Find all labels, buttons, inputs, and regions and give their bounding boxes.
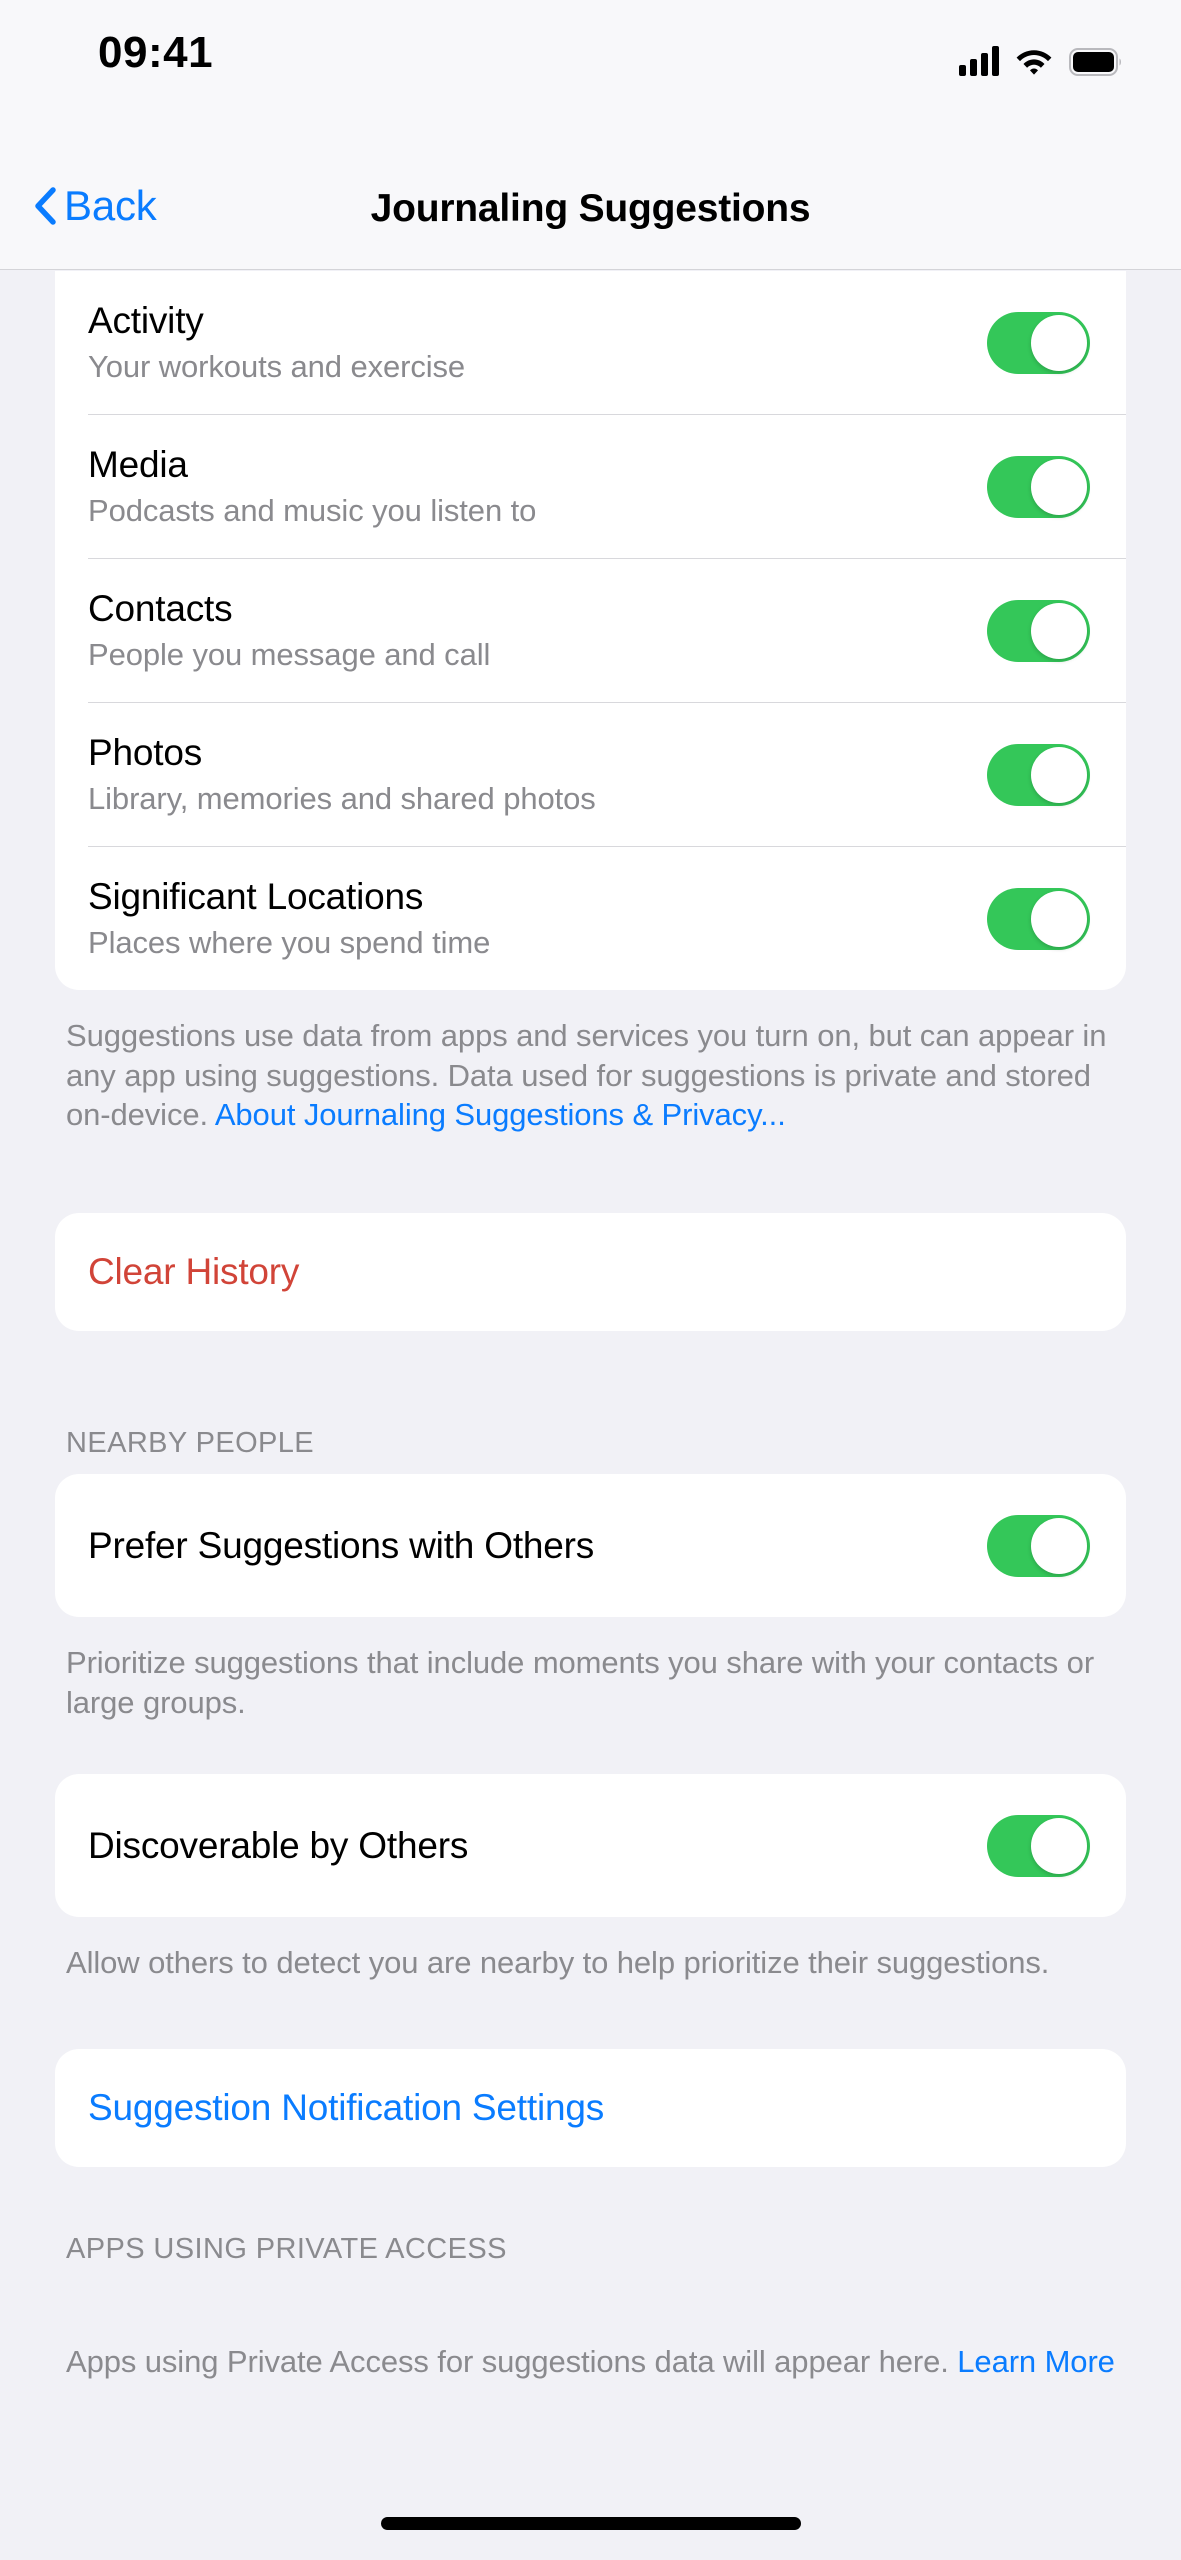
- row-photos[interactable]: Photos Library, memories and shared phot…: [55, 703, 1126, 846]
- home-indicator[interactable]: [380, 2517, 801, 2530]
- toggle-knob: [1031, 746, 1087, 803]
- battery-full-icon: [1069, 48, 1123, 76]
- toggle-discoverable-by-others[interactable]: [987, 1814, 1090, 1877]
- toggle-photos[interactable]: [987, 743, 1090, 806]
- row-title: Discoverable by Others: [88, 1824, 469, 1866]
- row-title: Media: [88, 444, 188, 485]
- row-discoverable-text: Discoverable by Others: [88, 1825, 468, 1867]
- row-subtitle: Places where you spend time: [88, 925, 491, 960]
- iphone-screen: 09:41 Back Journaling Suggestions Activi…: [0, 0, 1181, 2560]
- row-activity[interactable]: Activity Your workouts and exercise: [55, 271, 1126, 414]
- toggle-knob: [1031, 458, 1087, 515]
- settings-scroll-view[interactable]: Activity Your workouts and exercise Medi…: [0, 271, 1181, 2471]
- suggestions-sources-card: Activity Your workouts and exercise Medi…: [55, 271, 1126, 990]
- row-prefer-suggestions-with-others[interactable]: Prefer Suggestions with Others: [55, 1474, 1126, 1617]
- clear-history-card: Clear History: [55, 1213, 1126, 1332]
- suggestion-notification-settings-card: Suggestion Notification Settings: [55, 2049, 1126, 2168]
- row-photos-text: Photos Library, memories and shared phot…: [88, 732, 596, 817]
- toggle-prefer-suggestions-with-others[interactable]: [987, 1514, 1090, 1577]
- row-subtitle: Podcasts and music you listen to: [88, 493, 537, 528]
- row-title: Activity: [88, 300, 204, 341]
- row-subtitle: Your workouts and exercise: [88, 349, 466, 384]
- row-activity-text: Activity Your workouts and exercise: [88, 300, 465, 385]
- private-access-footer: Apps using Private Access for suggestion…: [66, 2342, 1115, 2382]
- learn-more-link[interactable]: Learn More: [957, 2344, 1115, 2379]
- row-media[interactable]: Media Podcasts and music you listen to: [55, 415, 1126, 558]
- private-access-header: APPS USING PRIVATE ACCESS: [66, 2233, 507, 2266]
- row-title: Contacts: [88, 588, 233, 629]
- row-prefer-text: Prefer Suggestions with Others: [88, 1525, 594, 1567]
- row-contacts[interactable]: Contacts People you message and call: [55, 559, 1126, 702]
- toggle-knob: [1031, 1817, 1087, 1874]
- row-discoverable-by-others[interactable]: Discoverable by Others: [55, 1774, 1126, 1917]
- toggle-media[interactable]: [987, 455, 1090, 518]
- row-title: Photos: [88, 732, 202, 773]
- toggle-knob: [1031, 602, 1087, 659]
- suggestion-notification-settings-label: Suggestion Notification Settings: [88, 2087, 605, 2129]
- about-journaling-privacy-link[interactable]: About Journaling Suggestions & Privacy..…: [215, 1097, 786, 1132]
- row-media-text: Media Podcasts and music you listen to: [88, 444, 536, 529]
- clear-history-row[interactable]: Clear History: [55, 1213, 1126, 1331]
- nearby-people-header: NEARBY PEOPLE: [66, 1427, 315, 1460]
- toggle-knob: [1031, 890, 1087, 947]
- status-bar-icons: [959, 32, 1123, 76]
- toggle-contacts[interactable]: [987, 599, 1090, 662]
- toggle-knob: [1031, 314, 1087, 371]
- row-title: Prefer Suggestions with Others: [88, 1524, 595, 1566]
- row-significant-locations-text: Significant Locations Places where you s…: [88, 876, 490, 961]
- discoverable-card: Discoverable by Others: [55, 1774, 1126, 1918]
- discoverable-footer: Allow others to detect you are nearby to…: [66, 1945, 1050, 1981]
- suggestion-notification-settings-row[interactable]: Suggestion Notification Settings: [55, 2049, 1126, 2167]
- cellular-signal-icon: [959, 46, 999, 76]
- row-subtitle: Library, memories and shared photos: [88, 781, 596, 816]
- private-access-footer-text: Apps using Private Access for suggestion…: [66, 2344, 958, 2380]
- navigation-bar: Back Journaling Suggestions: [0, 160, 1181, 270]
- toggle-knob: [1031, 1517, 1087, 1574]
- row-contacts-text: Contacts People you message and call: [88, 588, 490, 673]
- status-bar: 09:41: [0, 0, 1181, 168]
- clear-history-label: Clear History: [88, 1251, 300, 1293]
- toggle-significant-locations[interactable]: [987, 887, 1090, 950]
- status-bar-clock: 09:41: [98, 28, 214, 77]
- wifi-icon: [1015, 46, 1053, 76]
- row-subtitle: People you message and call: [88, 637, 491, 672]
- prefer-suggestions-card: Prefer Suggestions with Others: [55, 1474, 1126, 1618]
- suggestions-footer: Suggestions use data from apps and servi…: [66, 1016, 1115, 1135]
- page-title: Journaling Suggestions: [370, 187, 811, 230]
- prefer-suggestions-footer: Prioritize suggestions that include mome…: [66, 1645, 1095, 1720]
- toggle-activity[interactable]: [987, 311, 1090, 374]
- row-title: Significant Locations: [88, 876, 424, 917]
- row-significant-locations[interactable]: Significant Locations Places where you s…: [55, 847, 1126, 990]
